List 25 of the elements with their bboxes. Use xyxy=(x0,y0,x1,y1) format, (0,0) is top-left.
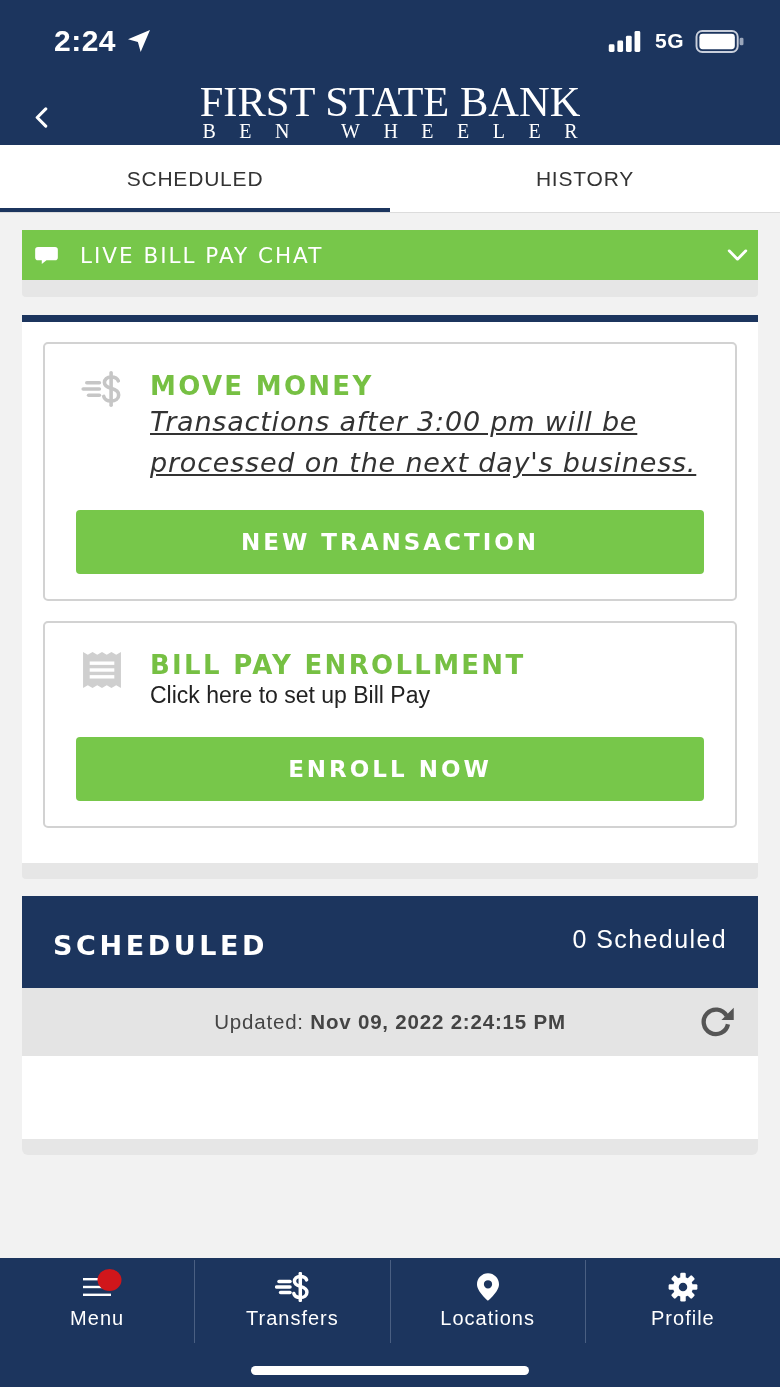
card-title: MOVE MONEY xyxy=(150,371,375,401)
map-pin-icon xyxy=(476,1273,499,1301)
back-icon[interactable] xyxy=(34,107,48,128)
dollar-lines-icon xyxy=(275,1272,310,1302)
signal-icon xyxy=(608,30,642,52)
nav-button[interactable]: Menu xyxy=(0,1260,196,1343)
nav-button[interactable]: Profile xyxy=(585,1260,780,1343)
logo-title: FIRST STATE BANK xyxy=(199,82,581,121)
logo-subtitle: BEN WHEELER xyxy=(202,120,602,141)
refresh-icon[interactable] xyxy=(700,1006,735,1038)
chat-bubble-icon xyxy=(35,246,58,264)
network-label: 5G xyxy=(655,29,684,53)
settings-icon xyxy=(667,1272,698,1302)
scheduled-count: 0 Scheduled xyxy=(572,924,727,954)
receipt-icon xyxy=(83,652,121,688)
card-title: BILL PAY ENROLLMENT xyxy=(150,650,527,680)
status-time: 2:24 xyxy=(54,24,117,58)
card-description: Transactions after 3:00 pm will be processed on the next day's business. xyxy=(150,405,698,480)
section-title: SCHEDULED xyxy=(53,928,269,961)
card-description: Click here to set up Bill Pay xyxy=(150,681,431,710)
updated-timestamp: Updated: Nov 09, 2022 2:24:15 PM xyxy=(214,1010,566,1034)
battery-icon xyxy=(695,29,744,53)
nav-button[interactable]: Locations xyxy=(390,1260,586,1343)
nav-button[interactable]: Transfers xyxy=(195,1260,391,1343)
location-arrow-icon xyxy=(128,30,151,52)
